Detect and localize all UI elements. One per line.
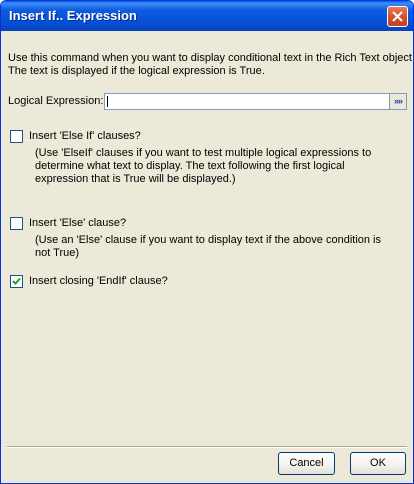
- expression-picker-icon: »»: [393, 96, 403, 106]
- else-label[interactable]: Insert 'Else' clause?: [29, 217, 126, 230]
- else-if-help-line-1: (Use 'ElseIf' clauses if you want to tes…: [35, 147, 372, 159]
- cancel-button[interactable]: Cancel: [278, 452, 335, 475]
- end-if-label[interactable]: Insert closing 'EndIf' clause?: [29, 275, 168, 288]
- close-button[interactable]: [387, 6, 408, 27]
- title-bar[interactable]: Insert If.. Expression: [1, 1, 413, 31]
- else-help-line-2: not True): [35, 247, 80, 259]
- intro-line-2: The text is displayed if the logical exp…: [8, 65, 265, 77]
- intro-line-1: Use this command when you want to displa…: [8, 52, 414, 64]
- end-if-checkbox[interactable]: [10, 275, 23, 288]
- close-icon: [392, 11, 403, 22]
- else-checkbox[interactable]: [10, 217, 23, 230]
- logical-expression-label: Logical Expression:: [8, 95, 104, 107]
- else-if-checkbox[interactable]: [10, 130, 23, 143]
- dialog-window: Insert If.. Expression Use this command …: [0, 0, 414, 484]
- else-help-line-1: (Use an 'Else' clause if you want to dis…: [35, 234, 381, 246]
- expression-picker-button[interactable]: »»: [390, 93, 407, 110]
- else-if-help-line-2: determine what text to display. The text…: [35, 160, 345, 172]
- text-caret: [107, 96, 108, 107]
- dialog-title: Insert If.. Expression: [9, 8, 137, 23]
- ok-button[interactable]: OK: [350, 452, 406, 475]
- button-separator: [7, 446, 407, 448]
- logical-expression-input[interactable]: [104, 93, 390, 110]
- dialog-body: Use this command when you want to displa…: [4, 31, 413, 481]
- else-if-help-line-3: expression that is True will be displaye…: [35, 173, 236, 185]
- else-if-label[interactable]: Insert 'Else If' clauses?: [29, 130, 141, 143]
- checkmark-icon: [12, 277, 21, 285]
